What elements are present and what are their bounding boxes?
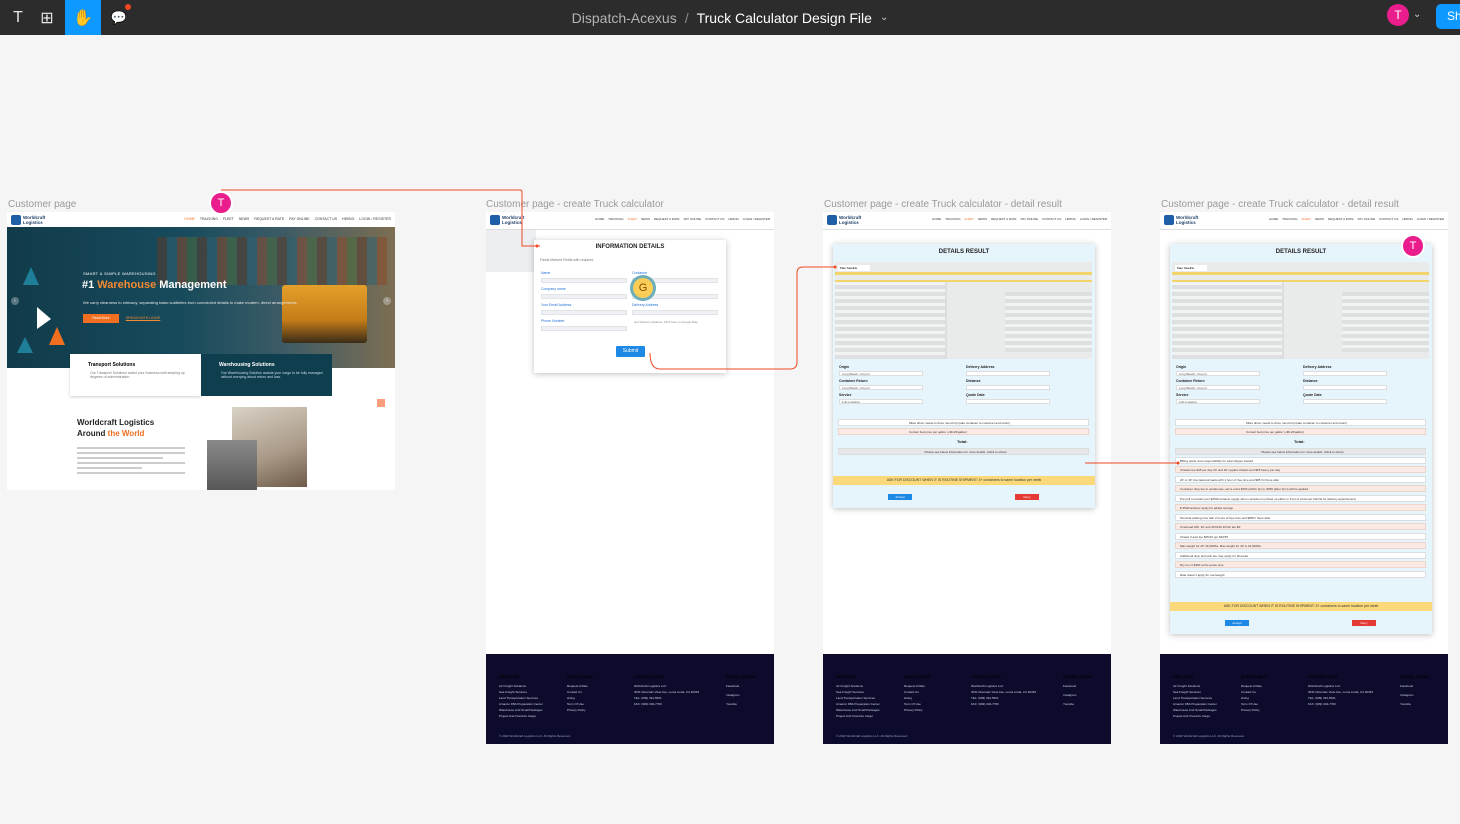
- user-cursor-avatar: T: [1401, 234, 1425, 258]
- prototype-connections: [221, 189, 1180, 465]
- connection-endpoint: [1176, 461, 1180, 465]
- avatar-chevron-down-icon[interactable]: ⌄: [1413, 9, 1421, 20]
- connection-endpoint: [535, 244, 539, 248]
- project-name[interactable]: Dispatch-Acexus: [572, 10, 677, 26]
- share-button[interactable]: Sha: [1436, 4, 1460, 29]
- connection-customer-to-calculator[interactable]: [221, 189, 540, 247]
- breadcrumb: Dispatch-Acexus / Truck Calculator Desig…: [0, 0, 1460, 35]
- file-name[interactable]: Truck Calculator Design File: [697, 10, 872, 26]
- chevron-down-icon[interactable]: ⌄: [880, 12, 888, 23]
- breadcrumb-separator: /: [684, 9, 689, 26]
- connection-endpoint: [833, 265, 837, 269]
- user-cursor-avatar: T: [209, 191, 233, 215]
- design-canvas[interactable]: Customer page Customer page - create Tru…: [0, 35, 1460, 824]
- editor-toolbar: T ⊞ ✋ 💬 Dispatch-Acexus / Truck Calculat…: [0, 0, 1460, 35]
- user-avatar[interactable]: T: [1387, 4, 1409, 26]
- connection-calculator-to-result[interactable]: [649, 266, 835, 370]
